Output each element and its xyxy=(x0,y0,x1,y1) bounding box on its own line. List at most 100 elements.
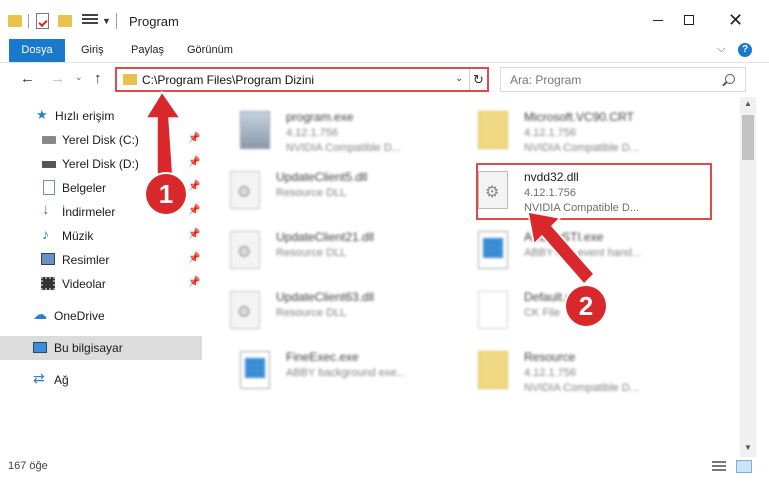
search-input[interactable]: Ara: Program xyxy=(500,67,746,92)
file-name: FineExec.exe xyxy=(286,350,359,364)
file-version: 4.12.1.756 xyxy=(286,127,338,139)
file-name: program.exe xyxy=(286,110,354,124)
folder-icon[interactable] xyxy=(8,15,22,27)
cloud-icon: ☁ xyxy=(33,306,47,322)
file-version: 4.12.1.756 xyxy=(524,367,576,379)
file-item[interactable]: FineExec.exe ABBY background exe... xyxy=(216,343,456,399)
sidebar-item-label: Yerel Disk (C:) xyxy=(62,133,139,147)
file-version: ABBY background exe... xyxy=(286,367,406,379)
folder-icon xyxy=(478,111,508,149)
documents-icon xyxy=(43,180,55,195)
sidebar-item-network[interactable]: ⇄ Ağ xyxy=(0,368,202,392)
minimize-icon xyxy=(652,19,663,21)
file-name: UpdateClient21.dll xyxy=(276,230,375,244)
vertical-scrollbar[interactable]: ▲ ▼ xyxy=(740,97,756,457)
scroll-thumb[interactable] xyxy=(742,115,754,160)
divider xyxy=(116,13,117,29)
file-version: 4.12.1.756 xyxy=(524,127,576,139)
sidebar-item-pictures[interactable]: Resimler 📌 xyxy=(0,248,202,272)
up-button[interactable]: ↑ xyxy=(94,70,102,87)
file-description: NVIDIA Compatible D... xyxy=(286,142,401,154)
disk-icon xyxy=(42,136,56,144)
file-description: NVIDIA Compatible D... xyxy=(524,382,639,394)
details-view-icon[interactable] xyxy=(712,461,726,473)
file-name: Resource xyxy=(524,350,576,364)
app-icon xyxy=(478,231,508,269)
sidebar-item-music[interactable]: ♪ Müzik 📌 xyxy=(0,224,202,248)
file-item[interactable]: UpdateClient63.dll Resource DLL xyxy=(206,283,446,339)
disk-icon xyxy=(42,161,56,168)
file-name: Microsoft.VC90.CRT xyxy=(524,110,634,124)
sidebar-item-label: Belgeler xyxy=(62,181,107,195)
tab-home[interactable]: Giriş xyxy=(81,39,104,62)
tab-share[interactable]: Paylaş xyxy=(131,39,164,62)
file-version: Resource DLL xyxy=(276,307,347,319)
file-description: NVIDIA Compatible D... xyxy=(524,142,639,154)
refresh-button[interactable]: ↻ xyxy=(469,69,487,90)
scroll-up-icon[interactable]: ▲ xyxy=(744,99,752,108)
back-button[interactable]: ← xyxy=(20,70,35,87)
app-icon xyxy=(240,351,270,389)
videos-icon xyxy=(41,277,55,290)
file-item[interactable]: UpdateClient21.dll Resource DLL xyxy=(206,223,446,279)
tab-view[interactable]: Görünüm xyxy=(187,39,233,62)
sidebar-item-label: İndirmeler xyxy=(62,205,116,219)
file-item[interactable]: Resource 4.12.1.756 NVIDIA Compatible D.… xyxy=(454,343,694,399)
sidebar-item-label: Yerel Disk (D:) xyxy=(62,157,139,171)
sidebar-item-label: Hızlı erişim xyxy=(55,109,115,123)
new-folder-icon[interactable] xyxy=(58,15,72,27)
file-name: UpdateClient5.dll xyxy=(276,170,368,184)
sidebar-item-label: Ağ xyxy=(54,373,69,387)
sidebar-item-this-pc[interactable]: Bu bilgisayar xyxy=(0,336,202,360)
music-icon: ♪ xyxy=(42,226,49,242)
scroll-down-icon[interactable]: ▼ xyxy=(744,443,752,452)
recent-locations-dropdown[interactable]: ⌄ xyxy=(75,72,83,83)
help-icon[interactable]: ? xyxy=(738,43,752,57)
sidebar-item-label: OneDrive xyxy=(54,309,105,323)
close-button[interactable]: ✕ xyxy=(713,0,758,40)
divider xyxy=(28,14,29,28)
sidebar-item-videos[interactable]: Videolar 📌 xyxy=(0,272,202,296)
callout-badge-1: 1 xyxy=(146,174,186,214)
network-icon: ⇄ xyxy=(33,370,45,386)
file-version: 4.12.1.756 xyxy=(524,187,576,199)
file-version: CK File xyxy=(524,307,561,319)
view-icon[interactable] xyxy=(82,14,98,28)
sidebar-item-label: Müzik xyxy=(62,229,94,243)
pin-icon[interactable]: 📌 xyxy=(188,205,200,216)
search-icon xyxy=(725,74,735,84)
folder-icon xyxy=(478,351,508,389)
file-list: program.exe 4.12.1.756 NVIDIA Compatible… xyxy=(206,97,740,457)
file-version: Resource DLL xyxy=(276,247,347,259)
ribbon: Dosya Giriş Paylaş Görünüm ⌵ ? xyxy=(0,39,769,63)
navigation-bar: ← → ⌄ ↑ C:\Program Files\Program Dizini … xyxy=(0,63,769,95)
pin-icon[interactable]: 📌 xyxy=(188,277,200,288)
expand-ribbon-icon[interactable]: ⌵ xyxy=(717,43,725,56)
search-placeholder: Ara: Program xyxy=(510,73,582,87)
properties-icon[interactable] xyxy=(36,13,49,29)
tiles-view-icon[interactable] xyxy=(736,460,752,473)
sidebar-item-onedrive[interactable]: ☁ OneDrive xyxy=(0,304,202,328)
address-history-dropdown[interactable]: ⌄ xyxy=(455,73,463,84)
close-icon: ✕ xyxy=(727,9,744,30)
callout-arrow-2 xyxy=(527,211,596,286)
file-item[interactable]: UpdateClient5.dll Resource DLL xyxy=(206,163,446,219)
address-path[interactable]: C:\Program Files\Program Dizini xyxy=(142,73,314,87)
forward-button[interactable]: → xyxy=(50,70,65,87)
file-item[interactable]: Microsoft.VC90.CRT 4.12.1.756 NVIDIA Com… xyxy=(454,103,694,159)
dll-icon xyxy=(230,171,260,209)
pin-icon[interactable]: 📌 xyxy=(188,229,200,240)
customize-toolbar-dropdown[interactable]: ▼ xyxy=(102,16,111,34)
maximize-icon xyxy=(683,15,694,25)
dll-icon xyxy=(478,171,508,209)
dll-icon xyxy=(230,291,260,329)
window-title: Program xyxy=(129,14,179,29)
file-name: nvdd32.dll xyxy=(524,170,579,184)
tab-file[interactable]: Dosya xyxy=(9,39,65,62)
pin-icon[interactable]: 📌 xyxy=(188,253,200,264)
callout-arrow-1 xyxy=(144,90,182,179)
computer-icon xyxy=(33,342,47,353)
maximize-button[interactable] xyxy=(666,0,711,40)
file-item[interactable]: program.exe 4.12.1.756 NVIDIA Compatible… xyxy=(216,103,456,159)
title-bar: ▼ Program ✕ xyxy=(0,0,769,40)
